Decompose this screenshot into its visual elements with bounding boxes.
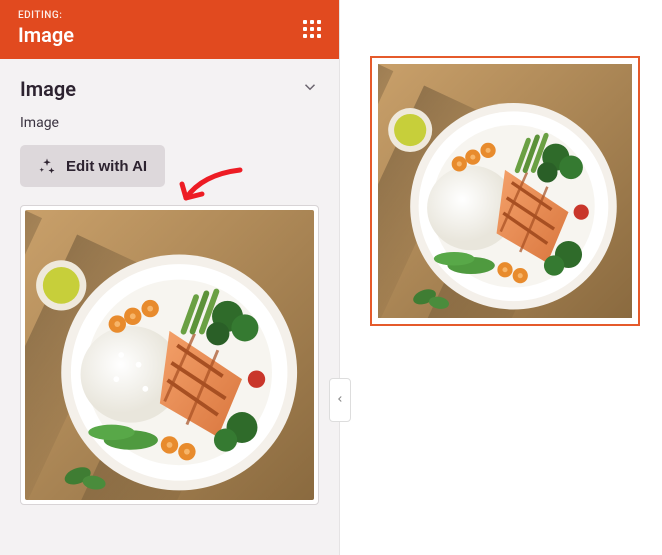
section-title: Image — [20, 77, 76, 101]
collapse-sidebar-handle[interactable] — [329, 378, 351, 422]
selected-image-block[interactable] — [370, 56, 640, 326]
app-grid-icon[interactable] — [303, 20, 321, 38]
food-plate-image — [25, 210, 314, 500]
editor-sidebar: EDITING: Image Image Image — [0, 0, 340, 555]
canvas-area[interactable] — [340, 0, 662, 555]
chevron-left-icon — [335, 391, 345, 410]
food-plate-image — [378, 64, 632, 318]
editing-title: Image — [18, 23, 74, 47]
header-text-group: EDITING: Image — [18, 10, 74, 47]
edit-with-ai-button[interactable]: Edit with AI — [20, 145, 165, 187]
section-toggle[interactable]: Image — [20, 77, 319, 115]
sidebar-header: EDITING: Image — [0, 0, 339, 59]
image-section: Image Image Edit with AI — [0, 59, 339, 187]
editing-eyebrow: EDITING: — [18, 10, 74, 21]
field-label: Image — [20, 115, 319, 131]
chevron-down-icon — [301, 78, 319, 100]
image-preview-thumbnail[interactable] — [20, 205, 319, 505]
edit-with-ai-label: Edit with AI — [66, 158, 147, 175]
sparkle-icon — [38, 157, 56, 175]
